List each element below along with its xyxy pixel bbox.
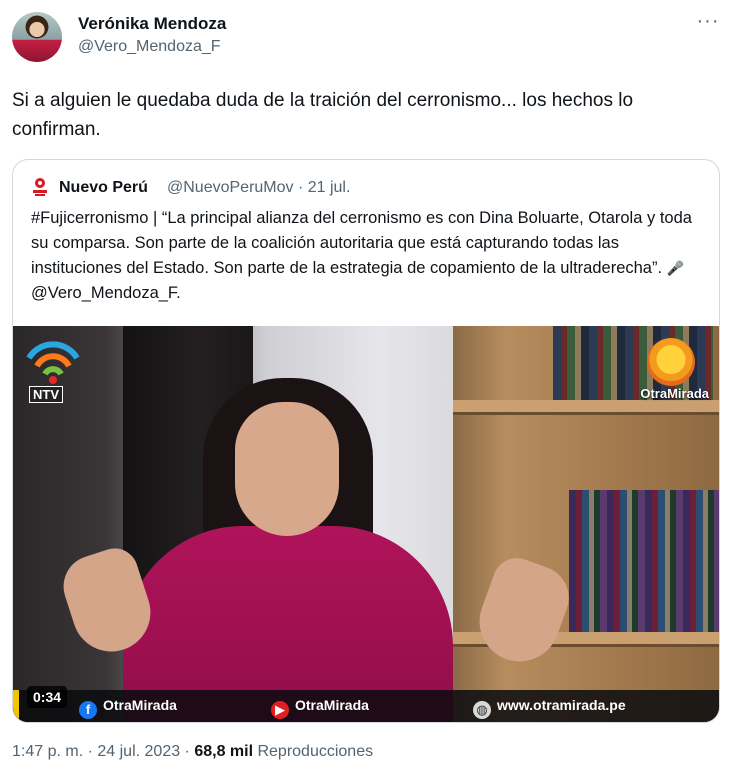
wifi-logo-icon [26,341,80,384]
quoted-text-body: #Fujicerronismo | “La principal alianza … [31,209,692,277]
avatar[interactable] [12,12,62,62]
video-player[interactable]: NTV OtraMirada f OtraMirada ▶ OtraMirada ◍… [13,326,719,722]
video-books [569,490,719,632]
views-label: Reproducciones [253,743,374,760]
quoted-tweet-text: #Fujicerronismo | “La principal alianza … [31,206,711,306]
video-shelf [453,400,719,412]
meta-separator: · [83,743,98,760]
otramirada-watermark: OtraMirada [640,386,709,401]
video-duration-badge: 0:34 [27,686,68,708]
tweet-meta: 1:47 p. m. · 24 jul. 2023 · 68,8 mil Rep… [12,743,373,761]
author-handle[interactable]: @Vero_Mendoza_F [78,38,221,56]
youtube-icon: ▶ [271,701,289,719]
ntv-logo: NTV [23,334,83,404]
tweet-header: Verónika Mendoza @Vero_Mendoza_F ··· [12,10,725,64]
quoted-author-handle-date[interactable]: @NuevoPeruMov · 21 jul. [167,179,350,197]
website-label: www.otramirada.pe [497,697,626,713]
quoted-author-name[interactable]: Nuevo Perú [59,179,148,197]
facebook-credit: f OtraMirada [79,697,177,719]
globe-icon: ◍ [473,701,491,719]
tweet-text: Si a alguien le quedaba duda de la traic… [12,90,634,140]
microphone-icon: 🎤 [666,260,685,276]
youtube-credit: ▶ OtraMirada [271,697,369,719]
meta-separator: · [180,743,195,760]
youtube-label: OtraMirada [295,697,369,713]
website-credit: ◍ www.otramirada.pe [473,697,626,719]
quoted-text-mention[interactable]: @Vero_Mendoza_F. [31,284,181,302]
accent-stripe [13,690,19,722]
tweet-time[interactable]: 1:47 p. m. [12,743,83,760]
nuevo-peru-logo-icon [33,178,47,196]
tweet-date[interactable]: 24 jul. 2023 [97,743,180,760]
otramirada-sun-icon [647,338,695,386]
facebook-label: OtraMirada [103,697,177,713]
more-options-icon[interactable]: ··· [693,11,723,36]
ntv-label: NTV [29,386,63,403]
video-footer-bar: f OtraMirada ▶ OtraMirada ◍ www.otramirada.… [13,690,719,722]
author-name[interactable]: Verónika Mendoza [78,14,226,34]
video-person-face [235,402,339,536]
views-count: 68,8 mil [194,743,254,760]
quoted-tweet[interactable]: Nuevo Perú @NuevoPeruMov · 21 jul. #Fuji… [12,159,720,723]
facebook-icon: f [79,701,97,719]
